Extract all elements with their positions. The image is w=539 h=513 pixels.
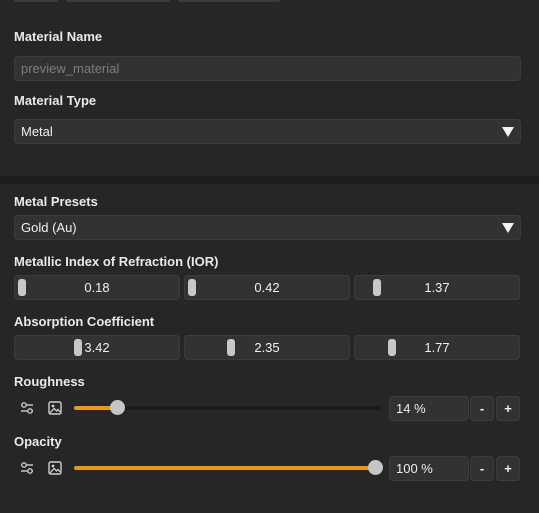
- absorption-g-value: 2.35: [254, 340, 280, 355]
- roughness-value-field[interactable]: 14 %: [389, 396, 469, 421]
- sliders-icon[interactable]: [20, 461, 34, 475]
- opacity-slider-knob[interactable]: [368, 460, 383, 475]
- material-type-dropdown[interactable]: Metal: [14, 119, 521, 144]
- metal-presets-label: Metal Presets: [14, 194, 98, 209]
- ior-r-value: 0.18: [84, 280, 110, 295]
- image-icon[interactable]: [48, 401, 62, 415]
- opacity-increment-button[interactable]: +: [496, 456, 520, 481]
- material-name-input[interactable]: preview_material: [14, 56, 521, 81]
- ior-g-field[interactable]: 0.42: [184, 275, 350, 300]
- opacity-decrement-button[interactable]: -: [470, 456, 494, 481]
- absorption-label: Absorption Coefficient: [14, 314, 155, 329]
- ior-r-handle[interactable]: [18, 279, 26, 296]
- tab[interactable]: [178, 0, 280, 2]
- tab[interactable]: [66, 0, 170, 2]
- caret-down-icon: [502, 127, 514, 137]
- ior-g-handle[interactable]: [188, 279, 196, 296]
- caret-down-icon: [502, 223, 514, 233]
- ior-b-handle[interactable]: [373, 279, 381, 296]
- absorption-r-handle[interactable]: [73, 339, 82, 356]
- opacity-slider[interactable]: [74, 460, 383, 475]
- metal-presets-value: Gold (Au): [21, 220, 77, 235]
- ior-b-field[interactable]: 1.37: [354, 275, 520, 300]
- tab[interactable]: [14, 0, 58, 2]
- material-type-value: Metal: [21, 124, 53, 139]
- absorption-b-handle[interactable]: [388, 339, 396, 356]
- opacity-label: Opacity: [14, 434, 62, 449]
- material-name-label: Material Name: [14, 29, 103, 44]
- ior-r-field[interactable]: 0.18: [14, 275, 180, 300]
- image-icon[interactable]: [48, 461, 62, 475]
- roughness-slider[interactable]: [74, 400, 382, 415]
- metal-presets-dropdown[interactable]: Gold (Au): [14, 215, 521, 240]
- absorption-b-field[interactable]: 1.77: [354, 335, 520, 360]
- section-divider: [0, 176, 539, 184]
- sliders-icon[interactable]: [20, 401, 34, 415]
- material-name-placeholder: preview_material: [21, 61, 120, 76]
- material-type-label: Material Type: [14, 93, 97, 108]
- absorption-g-field[interactable]: 2.35: [184, 335, 350, 360]
- absorption-r-field[interactable]: 3.42: [14, 335, 180, 360]
- absorption-g-handle[interactable]: [227, 339, 235, 356]
- absorption-r-value: 3.42: [84, 340, 110, 355]
- roughness-increment-button[interactable]: +: [496, 396, 520, 421]
- opacity-value-field[interactable]: 100 %: [389, 456, 469, 481]
- absorption-b-value: 1.77: [424, 340, 450, 355]
- roughness-decrement-button[interactable]: -: [470, 396, 494, 421]
- opacity-slider-fill: [74, 466, 375, 470]
- roughness-label: Roughness: [14, 374, 85, 389]
- ior-b-value: 1.37: [424, 280, 450, 295]
- ior-label: Metallic Index of Refraction (IOR): [14, 254, 219, 269]
- ior-g-value: 0.42: [254, 280, 280, 295]
